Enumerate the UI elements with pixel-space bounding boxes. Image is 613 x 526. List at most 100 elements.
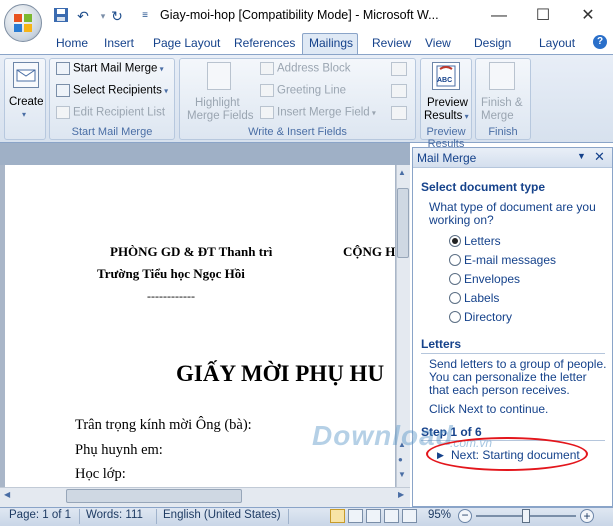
chevron-down-icon: ▾	[161, 86, 169, 96]
insert-merge-field-icon	[260, 106, 274, 119]
create-dropdown-icon[interactable]: ▾	[22, 110, 26, 119]
create-button[interactable]: Create	[9, 96, 44, 108]
update-labels-icon	[391, 106, 407, 120]
office-button[interactable]	[4, 4, 42, 42]
minimize-button[interactable]: —	[477, 4, 521, 28]
create-envelope-icon[interactable]	[13, 62, 39, 88]
select-recipients-label: Select Recipients	[73, 84, 162, 97]
close-button[interactable]: ✕	[566, 4, 610, 28]
preview-abc-label: ABC	[437, 77, 453, 84]
preview-results-label-1[interactable]: Preview	[427, 97, 468, 109]
doc-body-line-3: Học lớp:	[75, 466, 126, 482]
tab-page-layout[interactable]: Page Layout	[153, 36, 220, 50]
start-mail-merge-label: Start Mail Merge	[73, 62, 158, 75]
radio-labels-label[interactable]: Labels	[464, 291, 499, 305]
preview-results-icon[interactable]	[432, 62, 460, 90]
status-language[interactable]: English (United States)	[163, 509, 281, 521]
start-mail-merge-icon	[56, 62, 70, 75]
window-title: Giay-moi-hop [Compatibility Mode] - Micr…	[160, 8, 439, 22]
highlight-merge-fields-icon	[207, 62, 231, 90]
greeting-line-icon	[260, 84, 274, 97]
qat-customize-icon[interactable]: ≡	[136, 7, 154, 25]
status-divider	[288, 509, 289, 524]
status-page[interactable]: Page: 1 of 1	[9, 509, 71, 521]
tab-references[interactable]: References	[234, 36, 295, 50]
save-icon[interactable]	[52, 7, 70, 25]
radio-letters-label[interactable]: Letters	[464, 234, 501, 248]
select-document-type-title: Select document type	[421, 180, 546, 194]
vertical-scroll-thumb[interactable]	[397, 188, 409, 258]
doc-heading: GIẤY MỜI PHỤ HU	[176, 361, 385, 386]
browse-object-icon[interactable]: ●	[398, 455, 403, 464]
zoom-out-icon[interactable]: −	[458, 509, 472, 523]
preview-results-button[interactable]: Results ▾	[424, 110, 469, 122]
edit-recipient-list-label: Edit Recipient List	[73, 106, 166, 119]
pane-separator	[421, 353, 605, 354]
finish-merge-icon	[489, 62, 515, 90]
chevron-down-icon: ▾	[157, 64, 164, 74]
redo-icon[interactable]: ↻	[108, 7, 126, 25]
tab-review[interactable]: Review	[372, 36, 411, 50]
address-block-icon	[260, 62, 274, 75]
tab-view[interactable]: View	[425, 36, 451, 50]
doc-body-line-2: Phụ huynh em:	[75, 442, 163, 458]
undo-icon[interactable]: ↶	[74, 7, 92, 25]
letters-section-title: Letters	[421, 337, 462, 351]
scroll-left-icon[interactable]: ◀	[4, 490, 10, 499]
rules-icon	[391, 62, 407, 76]
scroll-right-icon[interactable]: ▶	[398, 490, 404, 499]
radio-letters[interactable]	[449, 235, 461, 247]
pane-close-icon[interactable]: ✕	[594, 149, 605, 165]
help-icon[interactable]: ?	[593, 35, 607, 49]
full-screen-reading-icon[interactable]	[348, 509, 363, 523]
highlight-ellipse	[426, 437, 588, 471]
doc-body-line-1: Trân trọng kính mời Ông (bà):	[75, 417, 252, 433]
finish-merge-label-1: Finish &	[481, 97, 523, 109]
outline-view-icon[interactable]	[384, 509, 399, 523]
insert-merge-field-label: Insert Merge Field	[277, 106, 370, 119]
doc-country-header: CỘNG H	[343, 244, 395, 259]
finish-merge-label-2: Merge	[481, 110, 514, 122]
radio-directory-label[interactable]: Directory	[464, 310, 512, 324]
edit-recipient-list-icon	[56, 106, 70, 119]
next-page-icon[interactable]: ▼	[398, 470, 406, 479]
group-label-start-mail-merge: Start Mail Merge	[71, 126, 153, 138]
doc-department: PHÒNG GD & ĐT Thanh trì	[110, 244, 273, 259]
radio-envelopes[interactable]	[449, 273, 461, 285]
greeting-line-button: Greeting Line	[260, 84, 346, 97]
tab-layout[interactable]: Layout	[539, 36, 575, 50]
tab-insert[interactable]: Insert	[104, 36, 134, 50]
radio-envelopes-label[interactable]: Envelopes	[464, 272, 520, 286]
tab-mailings[interactable]: Mailings	[309, 36, 353, 50]
pane-menu-icon[interactable]: ▼	[577, 151, 586, 161]
scroll-up-icon[interactable]: ▲	[398, 168, 406, 177]
status-divider	[79, 509, 80, 524]
tab-design[interactable]: Design	[474, 36, 511, 50]
maximize-button[interactable]: ☐	[521, 4, 565, 28]
zoom-in-icon[interactable]: +	[580, 509, 594, 523]
select-recipients-button[interactable]: Select Recipients ▾	[56, 84, 168, 97]
select-recipients-icon	[56, 84, 70, 97]
draft-view-icon[interactable]	[402, 509, 417, 523]
print-layout-view-icon[interactable]	[330, 509, 345, 523]
greeting-line-label: Greeting Line	[277, 84, 347, 97]
radio-labels[interactable]	[449, 292, 461, 304]
preview-results-label-2: Results	[424, 110, 463, 122]
insert-merge-field-button: Insert Merge Field ▾	[260, 106, 376, 119]
status-words[interactable]: Words: 111	[86, 509, 143, 521]
radio-email-messages[interactable]	[449, 254, 461, 266]
radio-directory[interactable]	[449, 311, 461, 323]
office-logo-icon	[14, 14, 32, 32]
address-block-button: Address Block	[260, 62, 351, 75]
radio-email-messages-label[interactable]: E-mail messages	[464, 253, 556, 267]
group-label-write-insert-fields: Write & Insert Fields	[248, 126, 347, 138]
start-mail-merge-button[interactable]: Start Mail Merge ▾	[56, 62, 164, 75]
zoom-slider-thumb[interactable]	[522, 509, 530, 523]
horizontal-scroll-thumb[interactable]	[66, 489, 242, 503]
click-next-hint: Click Next to continue.	[429, 402, 549, 416]
edit-recipient-list-button: Edit Recipient List	[56, 106, 165, 119]
tab-home[interactable]: Home	[56, 36, 88, 50]
match-fields-icon	[391, 84, 407, 98]
zoom-level[interactable]: 95%	[428, 509, 451, 521]
web-layout-icon[interactable]	[366, 509, 381, 523]
